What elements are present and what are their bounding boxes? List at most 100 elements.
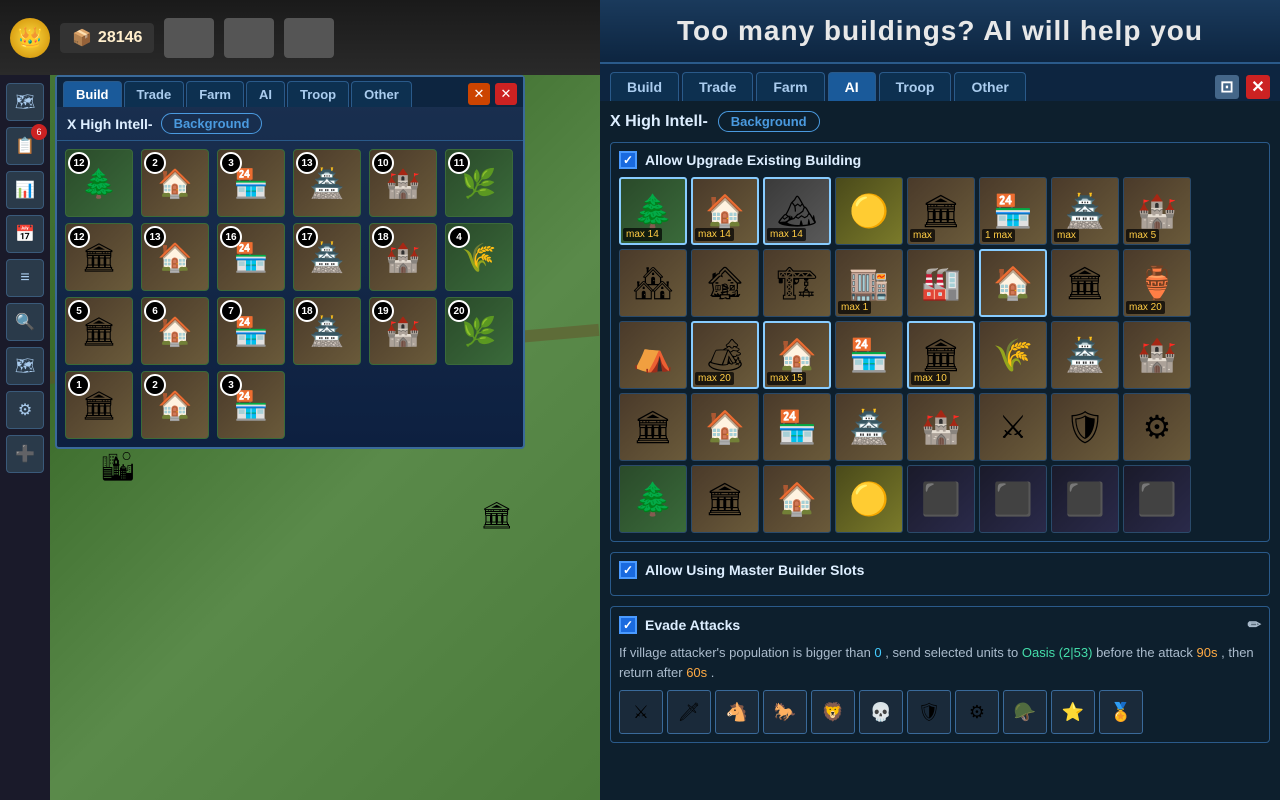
map-thumbnail3[interactable] (284, 18, 334, 58)
building-cell-r3c2[interactable]: 🏕 max 20 (691, 321, 759, 389)
panel-background-badge[interactable]: Background (161, 113, 263, 134)
minimize-button[interactable]: ⊡ (1215, 75, 1239, 99)
panel-close-button[interactable]: ✕ (495, 83, 517, 105)
building-cell-r2c8[interactable]: 🏺 max 20 (1123, 249, 1191, 317)
evade-edit-icon[interactable]: ✏ (1248, 615, 1261, 635)
panel-tab-build[interactable]: Build (63, 81, 122, 107)
tab-ai[interactable]: AI (828, 72, 876, 101)
building-cell-r2c5[interactable]: 🏭 (907, 249, 975, 317)
building-cell-r3c5[interactable]: 🏛 max 10 (907, 321, 975, 389)
panel-building-2[interactable]: 2 🏠 (141, 149, 209, 217)
panel-building-2b[interactable]: 2 🏠 (141, 371, 209, 439)
panel-building-3b[interactable]: 3 🏪 (217, 371, 285, 439)
building-cell-r2c3[interactable]: 🏗 (763, 249, 831, 317)
close-button[interactable]: ✕ (1246, 75, 1270, 99)
panel-building-4[interactable]: 4 🌾 (445, 223, 513, 291)
sidebar-item-3[interactable]: 📅 (6, 215, 44, 253)
building-cell-r1c7[interactable]: 🏯 max (1051, 177, 1119, 245)
building-cell-r3c3[interactable]: 🏠 max 15 (763, 321, 831, 389)
panel-building-7[interactable]: 7 🏪 (217, 297, 285, 365)
panel-building-19[interactable]: 19 🏰 (369, 297, 437, 365)
building-cell-r1c6[interactable]: 🏪 1 max (979, 177, 1047, 245)
building-cell-r3c4[interactable]: 🏪 (835, 321, 903, 389)
panel-building-1[interactable]: 1 🏛 (65, 371, 133, 439)
upgrade-checkbox[interactable]: ✓ (619, 151, 637, 169)
tab-troop[interactable]: Troop (879, 72, 952, 101)
building-cell-r4c3[interactable]: 🏪 (763, 393, 831, 461)
panel-building-16[interactable]: 16 🏪 (217, 223, 285, 291)
map-thumbnail1[interactable] (164, 18, 214, 58)
building-cell-r5c6[interactable]: ⬛ (979, 465, 1047, 533)
building-cell-r5c2[interactable]: 🏛 (691, 465, 759, 533)
panel-cancel-icon[interactable]: ✕ (468, 83, 490, 105)
panel-building-6[interactable]: 6 🏠 (141, 297, 209, 365)
sidebar-item-2[interactable]: 📊 (6, 171, 44, 209)
building-cell-r1c2[interactable]: 🏠 max 14 (691, 177, 759, 245)
building-cell-r1c1[interactable]: 🌲 max 14 (619, 177, 687, 245)
building-cell-r4c5[interactable]: 🏰 (907, 393, 975, 461)
panel-building-12[interactable]: 12 🌲 (65, 149, 133, 217)
building-cell-r2c4[interactable]: 🏬 max 1 (835, 249, 903, 317)
sidebar-item-6[interactable]: 🗺 (6, 347, 44, 385)
panel-tab-trade[interactable]: Trade (124, 81, 185, 107)
building-cell-r5c5[interactable]: ⬛ (907, 465, 975, 533)
troop-icon-6[interactable]: 🛡 (907, 690, 951, 734)
building-cell-r4c1[interactable]: 🏛 (619, 393, 687, 461)
tab-farm[interactable]: Farm (756, 72, 824, 101)
sidebar-item-0[interactable]: 🗺 (6, 83, 44, 121)
tab-other[interactable]: Other (954, 72, 1025, 101)
building-cell-r4c7[interactable]: 🛡 (1051, 393, 1119, 461)
master-builder-checkbox[interactable]: ✓ (619, 561, 637, 579)
panel-building-18b[interactable]: 18 🏯 (293, 297, 361, 365)
building-cell-r5c1[interactable]: 🌲 (619, 465, 687, 533)
building-cell-r2c6[interactable]: 🏠 (979, 249, 1047, 317)
building-cell-r4c6[interactable]: ⚔ (979, 393, 1047, 461)
panel-building-18[interactable]: 18 🏰 (369, 223, 437, 291)
building-cell-r2c1[interactable]: 🏘 (619, 249, 687, 317)
troop-icon-7[interactable]: ⚙ (955, 690, 999, 734)
building-cell-r5c3[interactable]: 🏠 (763, 465, 831, 533)
building-cell-r3c7[interactable]: 🏯 (1051, 321, 1119, 389)
panel-building-13[interactable]: 13 🏯 (293, 149, 361, 217)
troop-icon-10[interactable]: 🏅 (1099, 690, 1143, 734)
panel-building-12b[interactable]: 12 🏛 (65, 223, 133, 291)
evade-checkbox[interactable]: ✓ (619, 616, 637, 634)
troop-icon-4[interactable]: 🦁 (811, 690, 855, 734)
troop-icon-1[interactable]: 🗡 (667, 690, 711, 734)
panel-tab-troop[interactable]: Troop (287, 81, 349, 107)
building-cell-r3c6[interactable]: 🌾 (979, 321, 1047, 389)
troop-icon-0[interactable]: ⚔ (619, 690, 663, 734)
panel-building-13b[interactable]: 13 🏠 (141, 223, 209, 291)
sidebar-item-7[interactable]: ⚙ (6, 391, 44, 429)
tab-build[interactable]: Build (610, 72, 679, 101)
sidebar-item-4[interactable]: ≡ (6, 259, 44, 297)
building-cell-r1c8[interactable]: 🏰 max 5 (1123, 177, 1191, 245)
panel-tab-other[interactable]: Other (351, 81, 412, 107)
panel-building-20[interactable]: 20 🌿 (445, 297, 513, 365)
panel-building-3[interactable]: 3 🏪 (217, 149, 285, 217)
troop-icon-8[interactable]: 🪖 (1003, 690, 1047, 734)
panel-building-10[interactable]: 10 🏰 (369, 149, 437, 217)
building-cell-r1c4[interactable]: 🟡 (835, 177, 903, 245)
sidebar-item-8[interactable]: ➕ (6, 435, 44, 473)
building-cell-r5c7[interactable]: ⬛ (1051, 465, 1119, 533)
building-cell-r2c2[interactable]: 🏚 (691, 249, 759, 317)
building-cell-r3c1[interactable]: ⛺ (619, 321, 687, 389)
troop-icon-9[interactable]: ⭐ (1051, 690, 1095, 734)
sidebar-item-5[interactable]: 🔍 (6, 303, 44, 341)
panel-building-5[interactable]: 5 🏛 (65, 297, 133, 365)
troop-icon-5[interactable]: 💀 (859, 690, 903, 734)
background-badge[interactable]: Background (718, 111, 820, 132)
tab-trade[interactable]: Trade (682, 72, 753, 101)
building-cell-r1c3[interactable]: 🏔 max 14 (763, 177, 831, 245)
building-cell-r5c4[interactable]: 🟡 (835, 465, 903, 533)
panel-building-17[interactable]: 17 🏯 (293, 223, 361, 291)
building-cell-r4c4[interactable]: 🏯 (835, 393, 903, 461)
building-cell-r4c2[interactable]: 🏠 (691, 393, 759, 461)
building-cell-r5c8[interactable]: ⬛ (1123, 465, 1191, 533)
troop-icon-2[interactable]: 🐴 (715, 690, 759, 734)
building-cell-r3c8[interactable]: 🏰 (1123, 321, 1191, 389)
building-cell-r4c8[interactable]: ⚙ (1123, 393, 1191, 461)
building-cell-r2c7[interactable]: 🏛 (1051, 249, 1119, 317)
panel-tab-farm[interactable]: Farm (186, 81, 244, 107)
